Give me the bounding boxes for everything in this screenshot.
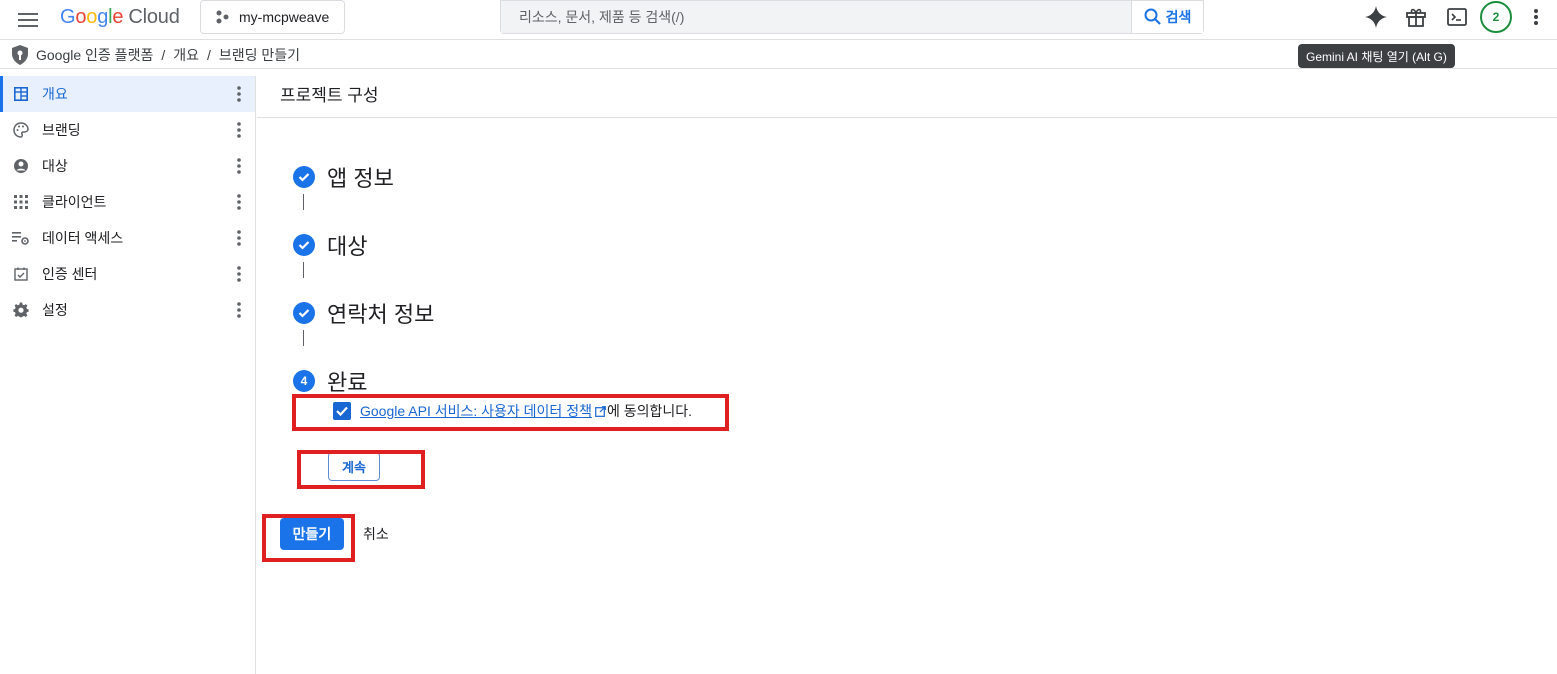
- gift-button[interactable]: [1403, 4, 1429, 30]
- gemini-sparkle-icon: [1365, 6, 1387, 28]
- sidebar-item-audience[interactable]: 대상: [0, 148, 255, 184]
- sidebar-item-label: 인증 센터: [42, 266, 98, 282]
- sidebar-item-label: 개요: [42, 86, 68, 102]
- more-options-button[interactable]: [1523, 4, 1549, 30]
- check-circle-icon: [293, 166, 315, 188]
- step-contact-info[interactable]: 연락처 정보: [293, 297, 434, 329]
- sidebar-item-verification-center[interactable]: 인증 센터: [0, 256, 255, 292]
- sidebar-item-label: 클라이언트: [42, 194, 107, 210]
- project-picker[interactable]: my-mcpweave: [200, 0, 345, 34]
- logo-product: Cloud: [128, 6, 180, 28]
- breadcrumb-current: 브랜딩 만들기: [218, 46, 301, 63]
- step-title: 완료: [327, 370, 368, 395]
- more-vert-icon[interactable]: [229, 228, 249, 248]
- breadcrumb-product[interactable]: Google 인증 플랫폼: [36, 45, 153, 65]
- user-data-policy-link[interactable]: Google API 서비스: 사용자 데이터 정책: [360, 401, 592, 421]
- breadcrumb-separator: /: [206, 46, 211, 63]
- gift-icon: [1406, 8, 1426, 27]
- logo-letter: G: [60, 6, 76, 28]
- gemini-button[interactable]: [1363, 4, 1389, 30]
- step-connector: [303, 262, 304, 278]
- sidebar: 개요 브랜딩 대상 클라이언트 데이터 액세스 인증 센터 설정: [0, 76, 256, 674]
- step-connector: [303, 194, 304, 210]
- gemini-tooltip: Gemini AI 채팅 열기 (Alt G): [1298, 44, 1455, 68]
- more-vert-icon[interactable]: [229, 84, 249, 104]
- hamburger-icon: [18, 13, 38, 27]
- dashboard-icon: [12, 85, 30, 103]
- step-finish[interactable]: 4 완료: [293, 365, 367, 397]
- consent-row: Google API 서비스: 사용자 데이터 정책 에 동의합니다.: [333, 401, 692, 421]
- continue-button[interactable]: 계속: [328, 452, 380, 481]
- shield-icon: [12, 44, 28, 65]
- step-number: 4: [293, 370, 315, 392]
- open-in-new-icon: [595, 405, 606, 417]
- logo-letter: e: [112, 6, 124, 28]
- main-content: 프로젝트 구성 앱 정보 대상 연락처 정보 4 완료 Google API 서…: [257, 69, 1557, 674]
- sidebar-item-data-access[interactable]: 데이터 액세스: [0, 220, 255, 256]
- logo-letter: o: [75, 6, 87, 28]
- palette-icon: [12, 121, 30, 139]
- more-vert-icon[interactable]: [229, 300, 249, 320]
- step-connector: [303, 330, 304, 346]
- sidebar-item-label: 브랜딩: [42, 122, 81, 138]
- consent-text: 에 동의합니다.: [606, 403, 693, 419]
- sidebar-item-branding[interactable]: 브랜딩: [0, 112, 255, 148]
- top-bar: GoogleCloud my-mcpweave 검색: [0, 0, 1557, 40]
- sidebar-item-label: 데이터 액세스: [42, 230, 124, 246]
- person-icon: [12, 157, 30, 175]
- sidebar-item-label: 설정: [42, 302, 68, 318]
- page-title: 프로젝트 구성: [280, 85, 379, 105]
- apps-grid-icon: [12, 193, 30, 211]
- logo-letter: g: [97, 6, 109, 28]
- data-access-icon: [12, 229, 30, 247]
- checkmark-icon: [336, 406, 348, 417]
- terminal-icon: [1447, 8, 1467, 26]
- cancel-button[interactable]: 취소: [355, 518, 397, 550]
- google-cloud-logo[interactable]: Google Cloud: [60, 5, 180, 29]
- more-vert-icon[interactable]: [229, 120, 249, 140]
- search-button-label: 검색: [1165, 9, 1192, 25]
- gear-icon: [12, 301, 30, 319]
- create-button[interactable]: 만들기: [280, 518, 344, 550]
- sidebar-item-settings[interactable]: 설정: [0, 292, 255, 328]
- project-name: my-mcpweave: [239, 9, 330, 25]
- sidebar-item-clients[interactable]: 클라이언트: [0, 184, 255, 220]
- sidebar-item-overview[interactable]: 개요: [0, 76, 255, 112]
- more-vert-icon[interactable]: [229, 156, 249, 176]
- page-title-bar: 프로젝트 구성: [257, 69, 1557, 118]
- step-app-info[interactable]: 앱 정보: [293, 161, 394, 193]
- search-bar: 검색: [500, 0, 1204, 34]
- step-audience[interactable]: 대상: [293, 229, 367, 261]
- search-input[interactable]: [501, 1, 1131, 33]
- more-vert-icon: [1534, 9, 1538, 25]
- cloud-shell-button[interactable]: [1444, 4, 1470, 30]
- step-title: 대상: [327, 234, 368, 259]
- breadcrumb-overview[interactable]: 개요: [173, 45, 199, 65]
- step-title: 앱 정보: [327, 166, 394, 191]
- more-vert-icon[interactable]: [229, 264, 249, 284]
- search-button[interactable]: 검색: [1131, 1, 1203, 33]
- check-circle-icon: [293, 234, 315, 256]
- verified-icon: [12, 265, 30, 283]
- consent-checkbox[interactable]: [333, 402, 351, 420]
- sidebar-item-label: 대상: [42, 158, 68, 174]
- project-icon: [216, 10, 229, 24]
- breadcrumb-separator: /: [161, 46, 166, 63]
- check-circle-icon: [293, 302, 315, 324]
- notifications-badge[interactable]: 2: [1480, 1, 1512, 33]
- step-title: 연락처 정보: [327, 302, 435, 327]
- more-vert-icon[interactable]: [229, 192, 249, 212]
- logo-letter: o: [86, 6, 98, 28]
- main-menu-button[interactable]: [14, 6, 42, 34]
- search-icon: [1144, 8, 1161, 25]
